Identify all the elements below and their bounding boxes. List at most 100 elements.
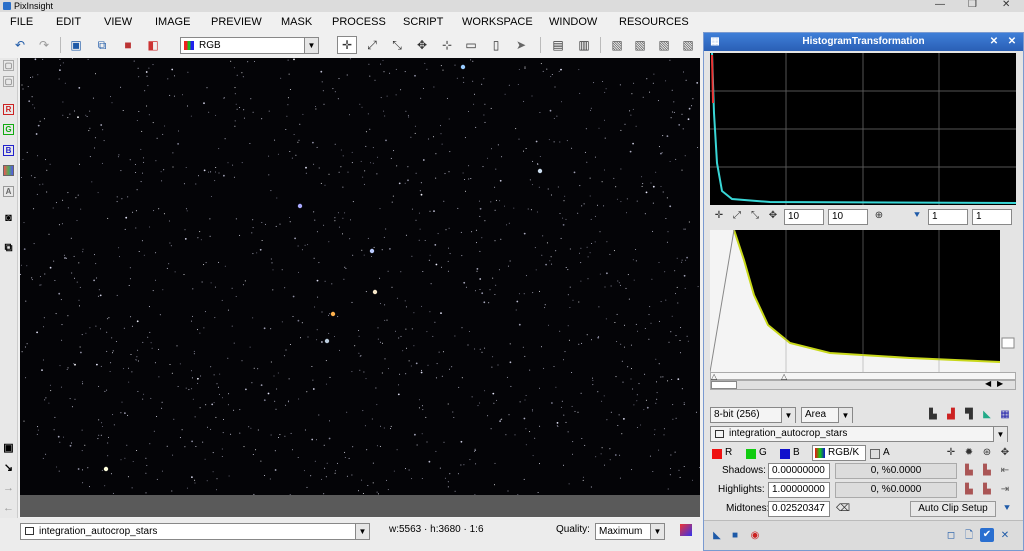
channel-b-button[interactable]: B [3,145,14,156]
color-mgmt-icon[interactable] [680,524,692,536]
zoom-v-field[interactable]: 10 [828,209,868,225]
menu-window[interactable]: WINDOW [549,12,597,32]
tool-d-icon[interactable]: ▧ [680,37,696,53]
zoom-h-field[interactable]: 10 [784,209,824,225]
channel-a-button[interactable]: A [3,186,14,197]
highlights-clip-icon[interactable]: ▙ [962,483,976,497]
minimize-icon[interactable]: — [935,0,945,10]
shade-icon[interactable]: ✕ [987,35,1001,49]
readout-mode-icon[interactable]: ✛ [337,36,357,54]
channel-g-button[interactable]: G [3,124,14,135]
log-scale-icon[interactable]: ▙ [926,408,940,422]
browse-doc-icon[interactable]: ◻ [944,529,958,543]
menu-mask[interactable]: MASK [281,12,312,32]
horizontal-scrollbar[interactable]: ◀ ▶ [710,379,1016,390]
tile-icon[interactable]: ▢ [3,60,14,71]
channel-select[interactable]: RGB ▼ [180,37,319,54]
menu-edit[interactable]: EDIT [56,12,81,32]
frame-icon[interactable]: ▣ [3,443,14,455]
edit-preview-icon[interactable]: ▯ [488,37,504,53]
apply-check-icon[interactable]: ✔ [980,528,994,542]
channel-a-field[interactable]: 1 [928,209,968,225]
chevron-down-icon[interactable]: ▼ [781,408,795,423]
document-icon[interactable]: 🗋 [962,529,976,543]
menu-preview[interactable]: PREVIEW [211,12,262,32]
chevron-down-icon[interactable]: ▼ [355,524,369,539]
graph-icon[interactable]: ▟ [944,408,958,422]
reset-icon[interactable]: ✕ [998,529,1012,543]
magnifier-icon[interactable]: ⊕ [872,209,886,223]
chevron-down-icon[interactable]: ▼ [650,524,664,539]
zoom-out-icon[interactable]: ⤡ [389,37,405,53]
crosshair-icon[interactable]: ✛ [944,446,958,460]
left-icon[interactable]: ← [3,503,14,515]
camera-icon[interactable]: ◙ [3,213,14,225]
output-histogram-plot[interactable] [709,229,1016,373]
chevron-down-icon[interactable]: ▼ [304,38,318,53]
pan-icon[interactable]: ✥ [766,209,780,223]
rgb-icon[interactable]: ■ [120,37,136,53]
undo-icon[interactable]: ↶ [12,37,28,53]
shadows-reset-icon[interactable]: ⇤ [998,464,1012,478]
move-icon[interactable]: ✥ [998,446,1012,460]
channel-b-chip[interactable] [780,449,790,459]
channel-r-button[interactable]: R [3,104,14,115]
midtones-field[interactable]: 0.02520347 [768,501,830,517]
menu-view[interactable]: VIEW [104,12,132,32]
auto-clip-setup-button[interactable]: Auto Clip Setup [910,501,996,517]
menu-workspace[interactable]: WORKSPACE [462,12,533,32]
workspace-icon[interactable]: ▤ [550,37,566,53]
scroll-thumb[interactable] [711,381,737,389]
arrow-icon[interactable]: ↘ [3,463,14,475]
input-histogram-plot[interactable] [710,52,1017,205]
new-instance-icon[interactable]: ◣ [710,529,724,543]
sun-icon[interactable]: ✹ [962,446,976,460]
channel-rgbk-button[interactable]: RGB/K [812,445,866,461]
chevron-down-icon[interactable]: ▼ [993,427,1007,442]
pan-icon[interactable]: ✥ [414,37,430,53]
rgb-graph-icon[interactable]: ▜ [962,408,976,422]
shadows-clip-icon[interactable]: ▙ [962,464,976,478]
restore-icon[interactable]: ❐ [968,0,977,10]
zoom-reset-icon[interactable]: ⤡ [748,209,762,223]
new-image-icon[interactable]: ▣ [68,37,84,53]
midtones-reset-icon[interactable]: ⌫ [836,502,850,516]
panel-title-bar[interactable]: ▦ HistogramTransformation ✕ ✕ [704,33,1023,51]
menu-script[interactable]: SCRIPT [403,12,443,32]
target-icon[interactable]: ⊛ [980,446,994,460]
close-icon[interactable]: ✕ [1002,0,1010,10]
menu-image[interactable]: IMAGE [155,12,190,32]
scroll-left-icon[interactable]: ◀ [985,379,991,388]
mask-icon[interactable]: ◧ [145,37,161,53]
preview-icon[interactable]: ▭ [463,37,479,53]
window-icon[interactable]: ⧉ [3,243,14,255]
highlights-auto-icon[interactable]: ▙ [980,483,994,497]
real-time-preview-icon[interactable]: ◉ [748,529,762,543]
readout-icon[interactable]: ✛ [712,209,726,223]
curve-icon[interactable]: ◣ [980,408,994,422]
channel-rgb-icon[interactable] [3,165,14,176]
bit-depth-select[interactable]: 8-bit (256) ▼ [710,407,796,423]
explorer-icon[interactable]: ▥ [576,37,592,53]
expand-down-icon[interactable]: ⯆ [1000,502,1014,516]
tool-a-icon[interactable]: ▧ [609,37,625,53]
menu-resources[interactable]: RESOURCES [619,12,689,32]
channel-b-field[interactable]: 1 [972,209,1012,225]
channel-g-chip[interactable] [746,449,756,459]
grid-icon[interactable]: ▦ [998,408,1012,422]
highlights-field[interactable]: 1.00000000 [768,482,830,498]
graph-style-select[interactable]: Area ▼ [801,407,853,423]
tool-c-icon[interactable]: ▧ [656,37,672,53]
redo-icon[interactable]: ↷ [36,37,52,53]
menu-file[interactable]: FILE [10,12,33,32]
new-view-icon[interactable]: ⧉ [94,37,110,53]
channel-a-chip[interactable] [870,449,880,459]
target-view-select[interactable]: integration_autocrop_stars ▼ [710,426,1008,442]
right-icon[interactable]: → [3,483,14,495]
image-view[interactable] [20,58,700,495]
view-select[interactable]: integration_autocrop_stars ▼ [20,523,370,540]
chevron-down-icon[interactable]: ▼ [838,408,852,423]
highlights-reset-icon[interactable]: ⇥ [998,483,1012,497]
zoom-fit-icon[interactable]: ⤢ [730,209,744,223]
tool-b-icon[interactable]: ▧ [632,37,648,53]
